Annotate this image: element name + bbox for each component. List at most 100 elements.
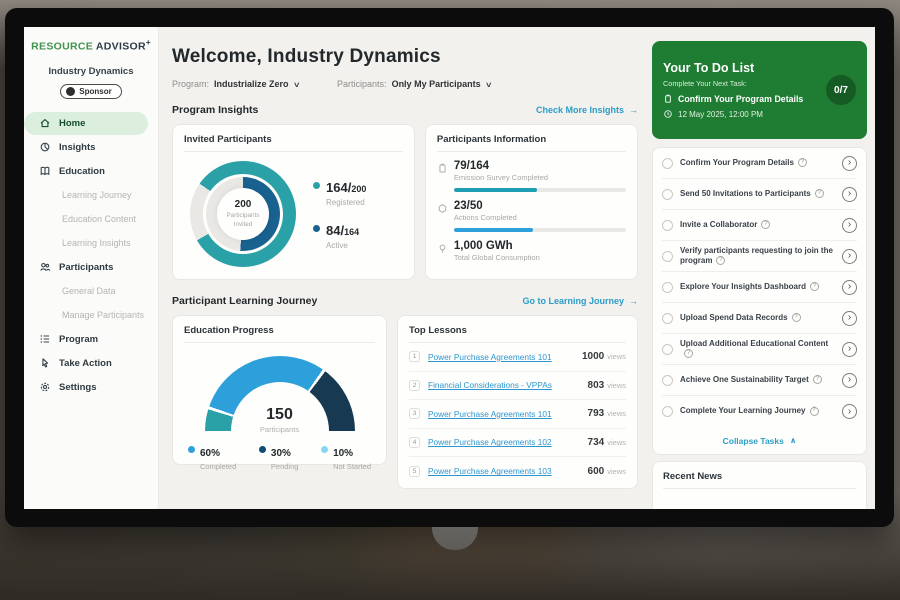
- lesson-row[interactable]: 1 Power Purchase Agreements 101 1000 vie…: [409, 343, 626, 372]
- task-label: Upload Spend Data Records: [680, 313, 788, 322]
- task-checkbox[interactable]: [662, 220, 673, 231]
- task-checkbox[interactable]: [662, 251, 673, 262]
- lesson-rank: 2: [409, 380, 420, 391]
- home-icon: [39, 117, 51, 129]
- program-filter-label: Program:: [172, 79, 209, 89]
- logo-plus: +: [146, 38, 151, 47]
- program-filter[interactable]: Program: Industrialize Zero ∨: [172, 79, 299, 89]
- lesson-row[interactable]: 5 Power Purchase Agreements 103 600 view…: [409, 457, 626, 486]
- views-suffix: views: [607, 409, 626, 418]
- task-open-button[interactable]: ›: [842, 342, 857, 357]
- donut-center-label: Participants Invited: [221, 212, 265, 229]
- lesson-rank: 1: [409, 351, 420, 362]
- main-content: Welcome, Industry Dynamics Program: Indu…: [159, 27, 646, 509]
- task-checkbox[interactable]: [662, 406, 673, 417]
- completed-dot-icon: [188, 446, 195, 453]
- lesson-link[interactable]: Power Purchase Agreements 101: [428, 409, 588, 419]
- active-label: Active: [326, 241, 359, 250]
- task-open-button[interactable]: ›: [842, 187, 857, 202]
- task-checkbox[interactable]: [662, 344, 673, 355]
- pending-dot-icon: [259, 446, 266, 453]
- donut-center-value: 200: [235, 199, 252, 210]
- task-open-button[interactable]: ›: [842, 404, 857, 419]
- participants-filter[interactable]: Participants: Only My Participants ∨: [337, 79, 491, 89]
- sponsor-icon: [66, 87, 75, 96]
- lesson-views: 734: [588, 437, 605, 448]
- task-checkbox[interactable]: [662, 158, 673, 169]
- active-value: 84/: [326, 223, 344, 238]
- consumption-value: 1,000 GWh: [454, 240, 626, 252]
- collapse-tasks-link[interactable]: Collapse Tasks ∧: [662, 427, 857, 454]
- task-row[interactable]: Upload Spend Data Records? ›: [662, 303, 857, 334]
- todo-progress-count: 0/7: [834, 85, 848, 96]
- sidebar-item-home[interactable]: Home: [24, 112, 148, 135]
- task-row[interactable]: Explore Your Insights Dashboard? ›: [662, 272, 857, 303]
- help-icon: ?: [810, 407, 819, 416]
- task-open-button[interactable]: ›: [842, 311, 857, 326]
- sidebar-item-participants[interactable]: Participants: [24, 256, 158, 279]
- task-checkbox[interactable]: [662, 375, 673, 386]
- task-row[interactable]: Upload Additional Educational Content? ›: [662, 334, 857, 365]
- clipboard-icon: [663, 94, 673, 104]
- sidebar-item-education-content[interactable]: Education Content: [24, 208, 158, 231]
- arrow-right-icon: →: [629, 296, 638, 306]
- check-more-insights-link[interactable]: Check More Insights →: [536, 105, 638, 115]
- education-icon: [39, 165, 51, 177]
- task-checkbox[interactable]: [662, 313, 673, 324]
- task-row[interactable]: Send 50 Invitations to Participants? ›: [662, 179, 857, 210]
- help-icon: ?: [684, 349, 693, 358]
- lesson-rank: 4: [409, 437, 420, 448]
- arrow-right-icon: →: [629, 105, 638, 115]
- participants-filter-label: Participants:: [337, 79, 387, 89]
- pending-pct: 30%: [271, 448, 291, 459]
- registered-label: Registered: [326, 198, 366, 207]
- clock-icon: [663, 109, 673, 119]
- task-row[interactable]: Confirm Your Program Details? ›: [662, 148, 857, 179]
- sidebar-item-take-action[interactable]: Take Action: [24, 352, 158, 375]
- help-icon: ?: [716, 256, 725, 265]
- lesson-row[interactable]: 2 Financial Considerations - VPPAs 803 v…: [409, 372, 626, 401]
- go-to-learning-journey-link[interactable]: Go to Learning Journey →: [522, 296, 638, 306]
- lesson-link[interactable]: Power Purchase Agreements 103: [428, 466, 588, 476]
- task-row[interactable]: Achieve One Sustainability Target? ›: [662, 365, 857, 396]
- sidebar-item-education[interactable]: Education: [24, 160, 158, 183]
- sidebar-item-learning-journey[interactable]: Learning Journey: [24, 184, 158, 207]
- sidebar-item-insights[interactable]: Insights: [24, 136, 158, 159]
- task-open-button[interactable]: ›: [842, 280, 857, 295]
- insights-cards-row: Invited Participants 200 Participants In…: [172, 124, 638, 280]
- task-row[interactable]: Verify participants requesting to join t…: [662, 241, 857, 272]
- lesson-link[interactable]: Power Purchase Agreements 101: [428, 352, 582, 362]
- page: { "brand": { "primary": "RESOURCE", "sec…: [0, 0, 900, 600]
- task-row[interactable]: Invite a Collaborator? ›: [662, 210, 857, 241]
- sidebar-item-general-data[interactable]: General Data: [24, 280, 158, 303]
- sidebar-item-label: Education: [59, 166, 105, 177]
- gauge-center: 150 Participants: [205, 406, 355, 434]
- sidebar-item-label: Participants: [59, 262, 113, 273]
- logo-secondary: ADVISOR: [96, 41, 146, 53]
- lesson-row[interactable]: 3 Power Purchase Agreements 101 793 view…: [409, 400, 626, 429]
- lesson-link[interactable]: Power Purchase Agreements 102: [428, 437, 588, 447]
- sidebar-item-manage-participants[interactable]: Manage Participants: [24, 304, 158, 327]
- card-title: Participants Information: [437, 134, 626, 152]
- sidebar-item-program[interactable]: Program: [24, 328, 158, 351]
- sidebar-item-settings[interactable]: Settings: [24, 376, 158, 399]
- lesson-link[interactable]: Financial Considerations - VPPAs: [428, 380, 588, 390]
- task-checkbox[interactable]: [662, 282, 673, 293]
- sidebar-item-learning-insights[interactable]: Learning Insights: [24, 232, 158, 255]
- task-open-button[interactable]: ›: [842, 218, 857, 233]
- views-suffix: views: [607, 467, 626, 476]
- task-open-button[interactable]: ›: [842, 373, 857, 388]
- lesson-rank: 5: [409, 466, 420, 477]
- sponsor-label: Sponsor: [79, 87, 111, 96]
- task-checkbox[interactable]: [662, 189, 673, 200]
- views-suffix: views: [607, 381, 626, 390]
- org-name: Industry Dynamics: [24, 66, 158, 77]
- legend-active: 84/164 Active: [313, 222, 366, 250]
- task-open-button[interactable]: ›: [842, 249, 857, 264]
- task-row[interactable]: Complete Your Learning Journey? ›: [662, 396, 857, 427]
- emission-survey-label: Emission Survey Completed: [454, 173, 626, 182]
- filter-bar: Program: Industrialize Zero ∨ Participan…: [172, 79, 638, 89]
- lesson-row[interactable]: 4 Power Purchase Agreements 102 734 view…: [409, 429, 626, 458]
- top-lessons-card: Top Lessons 1 Power Purchase Agreements …: [397, 315, 638, 489]
- task-open-button[interactable]: ›: [842, 156, 857, 171]
